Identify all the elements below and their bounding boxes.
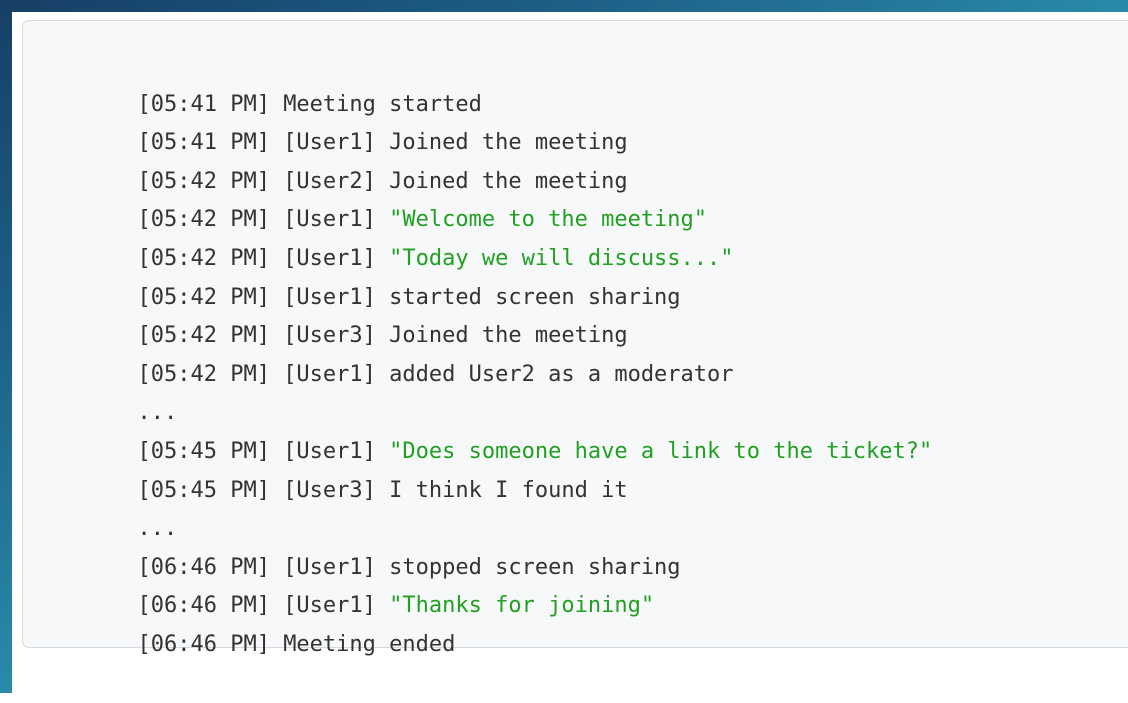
quoted-message: "Does someone have a link to the ticket?… (389, 438, 933, 464)
log-message: Joined the meeting (389, 168, 628, 194)
quoted-message: "Thanks for joining" (389, 593, 655, 619)
log-message: Joined the meeting (389, 130, 628, 156)
user-tag: [User3] (283, 477, 376, 503)
log-message: added User2 as a moderator (389, 361, 734, 387)
timestamp: [05:42 PM] (137, 207, 270, 233)
user-tag: [User2] (283, 168, 376, 194)
user-tag: [User1] (283, 130, 376, 156)
log-message: Meeting ended (283, 631, 456, 657)
log-line: [05:45 PM] [User1] "Does someone have a … (58, 394, 932, 464)
top-background-strip (0, 0, 1128, 12)
ellipsis-text: ... (137, 516, 178, 542)
timestamp: [05:42 PM] (137, 361, 270, 387)
timestamp: [05:41 PM] (137, 91, 270, 117)
log-line: [05:41 PM] Meeting started (58, 47, 932, 117)
log-message: stopped screen sharing (389, 554, 681, 580)
log-message: Joined the meeting (389, 323, 628, 349)
quoted-message: "Today we will discuss..." (389, 245, 734, 271)
user-tag: [User1] (283, 207, 376, 233)
quoted-message: "Welcome to the meeting" (389, 207, 708, 233)
timestamp: [06:46 PM] (137, 554, 270, 580)
timestamp: [05:45 PM] (137, 438, 270, 464)
log-message: started screen sharing (389, 284, 681, 310)
log-line: [06:46 PM] [User1] stopped screen sharin… (58, 510, 932, 580)
user-tag: [User1] (283, 438, 376, 464)
user-tag: [User3] (283, 323, 376, 349)
timestamp: [05:42 PM] (137, 284, 270, 310)
user-tag: [User1] (283, 284, 376, 310)
timestamp: [05:42 PM] (137, 168, 270, 194)
timestamp: [05:42 PM] (137, 323, 270, 349)
timestamp: [05:41 PM] (137, 130, 270, 156)
user-tag: [User1] (283, 361, 376, 387)
left-background-strip (0, 0, 12, 693)
log-message: Meeting started (283, 91, 482, 117)
user-tag: [User1] (283, 554, 376, 580)
timestamp: [05:45 PM] (137, 477, 270, 503)
ellipsis-text: ... (137, 400, 178, 426)
user-tag: [User1] (283, 593, 376, 619)
timestamp: [06:46 PM] (137, 593, 270, 619)
meeting-log-panel: [05:41 PM] Meeting started [05:41 PM] [U… (22, 20, 1128, 657)
user-tag: [User1] (283, 245, 376, 271)
timestamp: [05:42 PM] (137, 245, 270, 271)
meeting-log-list: [05:41 PM] Meeting started [05:41 PM] [U… (58, 47, 932, 657)
log-message: I think I found it (389, 477, 628, 503)
timestamp: [06:46 PM] (137, 631, 270, 657)
